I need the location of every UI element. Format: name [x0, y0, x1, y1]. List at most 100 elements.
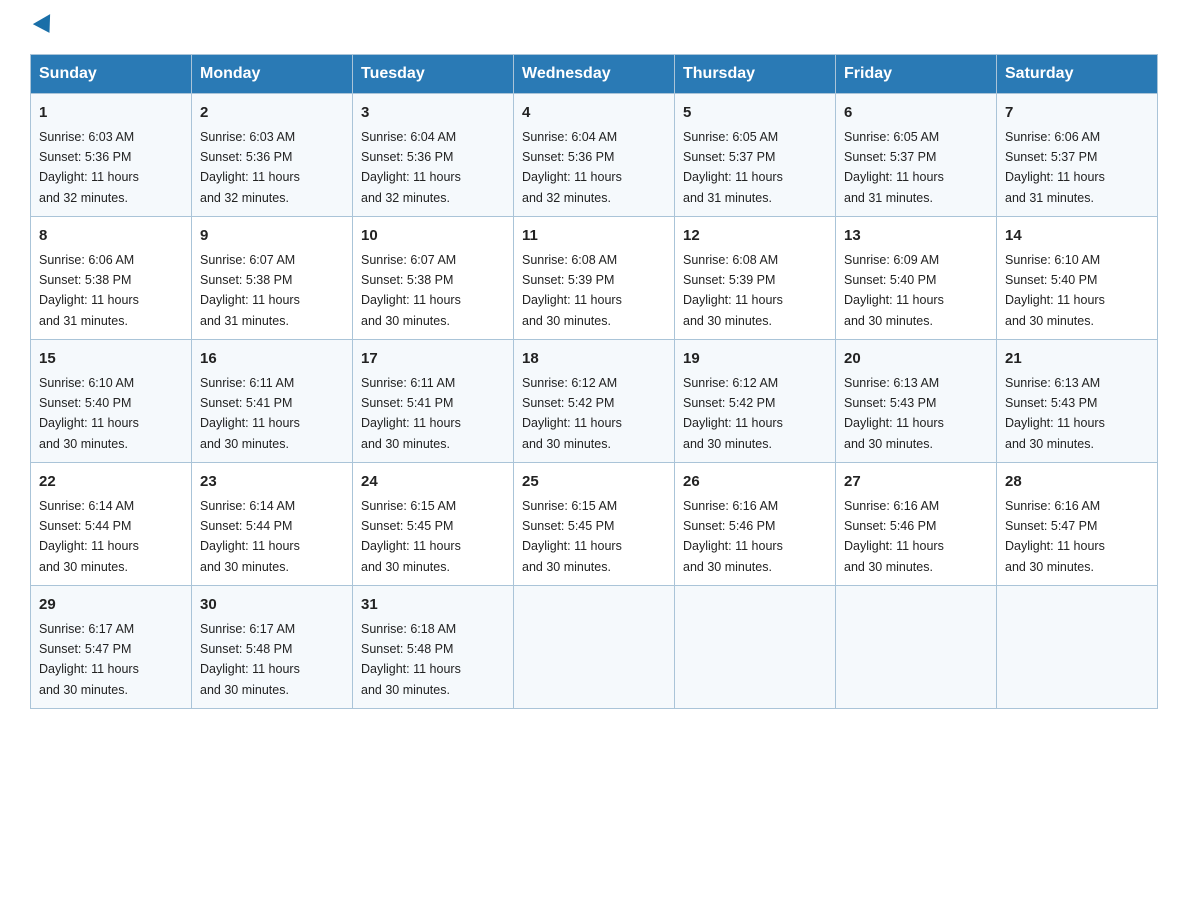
calendar-day-cell: 20 Sunrise: 6:13 AMSunset: 5:43 PMDaylig… — [836, 340, 997, 463]
calendar-day-cell: 13 Sunrise: 6:09 AMSunset: 5:40 PMDaylig… — [836, 217, 997, 340]
calendar-day-cell: 4 Sunrise: 6:04 AMSunset: 5:36 PMDayligh… — [514, 94, 675, 217]
day-number: 13 — [844, 225, 988, 248]
day-info: Sunrise: 6:04 AMSunset: 5:36 PMDaylight:… — [522, 130, 622, 205]
day-number: 6 — [844, 102, 988, 125]
calendar-day-cell: 16 Sunrise: 6:11 AMSunset: 5:41 PMDaylig… — [192, 340, 353, 463]
day-number: 27 — [844, 471, 988, 494]
day-info: Sunrise: 6:17 AMSunset: 5:47 PMDaylight:… — [39, 622, 139, 697]
day-of-week-header: Wednesday — [514, 55, 675, 94]
day-info: Sunrise: 6:09 AMSunset: 5:40 PMDaylight:… — [844, 253, 944, 328]
day-info: Sunrise: 6:06 AMSunset: 5:38 PMDaylight:… — [39, 253, 139, 328]
calendar-day-cell: 24 Sunrise: 6:15 AMSunset: 5:45 PMDaylig… — [353, 463, 514, 586]
calendar-day-cell: 28 Sunrise: 6:16 AMSunset: 5:47 PMDaylig… — [997, 463, 1158, 586]
day-number: 30 — [200, 594, 344, 617]
day-number: 24 — [361, 471, 505, 494]
calendar-day-cell: 12 Sunrise: 6:08 AMSunset: 5:39 PMDaylig… — [675, 217, 836, 340]
day-number: 20 — [844, 348, 988, 371]
day-info: Sunrise: 6:12 AMSunset: 5:42 PMDaylight:… — [683, 376, 783, 451]
day-info: Sunrise: 6:07 AMSunset: 5:38 PMDaylight:… — [200, 253, 300, 328]
day-number: 22 — [39, 471, 183, 494]
calendar-day-cell: 26 Sunrise: 6:16 AMSunset: 5:46 PMDaylig… — [675, 463, 836, 586]
calendar-day-cell: 3 Sunrise: 6:04 AMSunset: 5:36 PMDayligh… — [353, 94, 514, 217]
day-info: Sunrise: 6:15 AMSunset: 5:45 PMDaylight:… — [361, 499, 461, 574]
day-info: Sunrise: 6:13 AMSunset: 5:43 PMDaylight:… — [844, 376, 944, 451]
logo-triangle-icon — [33, 14, 58, 38]
calendar-week-row: 1 Sunrise: 6:03 AMSunset: 5:36 PMDayligh… — [31, 94, 1158, 217]
day-number: 21 — [1005, 348, 1149, 371]
day-number: 1 — [39, 102, 183, 125]
day-info: Sunrise: 6:03 AMSunset: 5:36 PMDaylight:… — [39, 130, 139, 205]
day-info: Sunrise: 6:05 AMSunset: 5:37 PMDaylight:… — [844, 130, 944, 205]
day-info: Sunrise: 6:12 AMSunset: 5:42 PMDaylight:… — [522, 376, 622, 451]
calendar-day-cell — [675, 586, 836, 709]
day-number: 8 — [39, 225, 183, 248]
calendar-header-row: SundayMondayTuesdayWednesdayThursdayFrid… — [31, 55, 1158, 94]
day-number: 29 — [39, 594, 183, 617]
day-number: 18 — [522, 348, 666, 371]
day-info: Sunrise: 6:08 AMSunset: 5:39 PMDaylight:… — [522, 253, 622, 328]
day-info: Sunrise: 6:10 AMSunset: 5:40 PMDaylight:… — [1005, 253, 1105, 328]
day-number: 9 — [200, 225, 344, 248]
day-number: 11 — [522, 225, 666, 248]
calendar-day-cell: 6 Sunrise: 6:05 AMSunset: 5:37 PMDayligh… — [836, 94, 997, 217]
day-number: 28 — [1005, 471, 1149, 494]
calendar-day-cell: 25 Sunrise: 6:15 AMSunset: 5:45 PMDaylig… — [514, 463, 675, 586]
calendar-day-cell: 27 Sunrise: 6:16 AMSunset: 5:46 PMDaylig… — [836, 463, 997, 586]
day-number: 14 — [1005, 225, 1149, 248]
day-info: Sunrise: 6:16 AMSunset: 5:46 PMDaylight:… — [844, 499, 944, 574]
calendar-day-cell: 18 Sunrise: 6:12 AMSunset: 5:42 PMDaylig… — [514, 340, 675, 463]
day-number: 10 — [361, 225, 505, 248]
logo — [30, 20, 52, 36]
calendar-day-cell: 8 Sunrise: 6:06 AMSunset: 5:38 PMDayligh… — [31, 217, 192, 340]
day-info: Sunrise: 6:03 AMSunset: 5:36 PMDaylight:… — [200, 130, 300, 205]
day-info: Sunrise: 6:14 AMSunset: 5:44 PMDaylight:… — [200, 499, 300, 574]
calendar-day-cell: 1 Sunrise: 6:03 AMSunset: 5:36 PMDayligh… — [31, 94, 192, 217]
page-header — [30, 20, 1158, 36]
day-info: Sunrise: 6:18 AMSunset: 5:48 PMDaylight:… — [361, 622, 461, 697]
day-of-week-header: Friday — [836, 55, 997, 94]
calendar-week-row: 29 Sunrise: 6:17 AMSunset: 5:47 PMDaylig… — [31, 586, 1158, 709]
day-info: Sunrise: 6:07 AMSunset: 5:38 PMDaylight:… — [361, 253, 461, 328]
calendar-day-cell: 11 Sunrise: 6:08 AMSunset: 5:39 PMDaylig… — [514, 217, 675, 340]
calendar-week-row: 15 Sunrise: 6:10 AMSunset: 5:40 PMDaylig… — [31, 340, 1158, 463]
day-number: 4 — [522, 102, 666, 125]
calendar-day-cell — [997, 586, 1158, 709]
day-info: Sunrise: 6:17 AMSunset: 5:48 PMDaylight:… — [200, 622, 300, 697]
calendar-day-cell: 2 Sunrise: 6:03 AMSunset: 5:36 PMDayligh… — [192, 94, 353, 217]
day-info: Sunrise: 6:16 AMSunset: 5:46 PMDaylight:… — [683, 499, 783, 574]
day-of-week-header: Sunday — [31, 55, 192, 94]
day-info: Sunrise: 6:04 AMSunset: 5:36 PMDaylight:… — [361, 130, 461, 205]
calendar-table: SundayMondayTuesdayWednesdayThursdayFrid… — [30, 54, 1158, 709]
calendar-day-cell: 31 Sunrise: 6:18 AMSunset: 5:48 PMDaylig… — [353, 586, 514, 709]
calendar-week-row: 22 Sunrise: 6:14 AMSunset: 5:44 PMDaylig… — [31, 463, 1158, 586]
calendar-day-cell: 23 Sunrise: 6:14 AMSunset: 5:44 PMDaylig… — [192, 463, 353, 586]
calendar-day-cell: 21 Sunrise: 6:13 AMSunset: 5:43 PMDaylig… — [997, 340, 1158, 463]
day-info: Sunrise: 6:05 AMSunset: 5:37 PMDaylight:… — [683, 130, 783, 205]
calendar-day-cell: 19 Sunrise: 6:12 AMSunset: 5:42 PMDaylig… — [675, 340, 836, 463]
day-of-week-header: Monday — [192, 55, 353, 94]
day-info: Sunrise: 6:11 AMSunset: 5:41 PMDaylight:… — [200, 376, 300, 451]
day-number: 2 — [200, 102, 344, 125]
day-number: 25 — [522, 471, 666, 494]
day-number: 17 — [361, 348, 505, 371]
day-of-week-header: Thursday — [675, 55, 836, 94]
day-number: 12 — [683, 225, 827, 248]
calendar-day-cell: 29 Sunrise: 6:17 AMSunset: 5:47 PMDaylig… — [31, 586, 192, 709]
day-number: 16 — [200, 348, 344, 371]
calendar-day-cell: 10 Sunrise: 6:07 AMSunset: 5:38 PMDaylig… — [353, 217, 514, 340]
day-info: Sunrise: 6:11 AMSunset: 5:41 PMDaylight:… — [361, 376, 461, 451]
day-number: 3 — [361, 102, 505, 125]
day-info: Sunrise: 6:16 AMSunset: 5:47 PMDaylight:… — [1005, 499, 1105, 574]
day-number: 23 — [200, 471, 344, 494]
day-number: 26 — [683, 471, 827, 494]
calendar-day-cell: 14 Sunrise: 6:10 AMSunset: 5:40 PMDaylig… — [997, 217, 1158, 340]
calendar-day-cell — [836, 586, 997, 709]
calendar-day-cell: 30 Sunrise: 6:17 AMSunset: 5:48 PMDaylig… — [192, 586, 353, 709]
day-number: 31 — [361, 594, 505, 617]
calendar-day-cell: 22 Sunrise: 6:14 AMSunset: 5:44 PMDaylig… — [31, 463, 192, 586]
day-number: 15 — [39, 348, 183, 371]
day-of-week-header: Tuesday — [353, 55, 514, 94]
calendar-day-cell — [514, 586, 675, 709]
calendar-day-cell: 9 Sunrise: 6:07 AMSunset: 5:38 PMDayligh… — [192, 217, 353, 340]
day-info: Sunrise: 6:10 AMSunset: 5:40 PMDaylight:… — [39, 376, 139, 451]
